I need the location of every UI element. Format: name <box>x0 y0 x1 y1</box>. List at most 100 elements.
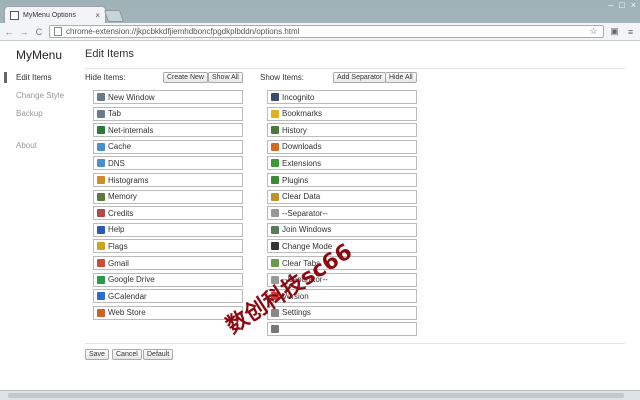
footer-divider <box>85 343 625 344</box>
list-item-label: Credits <box>108 208 134 218</box>
maximize-icon[interactable]: □ <box>619 0 624 10</box>
list-item-label: GCalendar <box>108 291 147 301</box>
history-icon <box>271 126 279 135</box>
extension-icon[interactable]: ▣ <box>609 26 620 37</box>
list-item-label: Join Windows <box>282 225 332 235</box>
window-icon <box>97 93 105 101</box>
bookmark-star-icon[interactable]: ☆ <box>588 26 599 37</box>
list-item[interactable]: Join Windows <box>267 222 417 237</box>
list-item[interactable]: GCalendar <box>93 289 243 304</box>
browser-toolbar: ← → C chrome-extension://jkpcbkkdfjiemhd… <box>0 23 640 41</box>
list-item[interactable]: Incognito <box>267 90 417 104</box>
incognito-icon <box>271 93 279 101</box>
save-button[interactable]: Save <box>85 349 109 360</box>
list-item-label: Memory <box>108 192 137 202</box>
tab-close-icon[interactable]: × <box>95 11 100 20</box>
minimize-icon[interactable]: – <box>608 0 613 10</box>
page-icon <box>54 27 62 36</box>
url-text[interactable]: chrome-extension://jkpcbkkdfjiemhdboncfp… <box>66 27 588 36</box>
sidebar-item-about[interactable]: About <box>16 141 37 150</box>
list-item[interactable]: Net-internals <box>93 123 243 138</box>
address-bar[interactable]: chrome-extension://jkpcbkkdfjiemhdboncfp… <box>49 25 604 38</box>
list-item[interactable]: Tab <box>93 106 243 121</box>
list-item-label: Gmail <box>108 258 129 268</box>
list-item[interactable]: Clear Data <box>267 189 417 204</box>
net-icon <box>97 126 105 135</box>
list-item[interactable]: History <box>267 123 417 138</box>
chrome-menu-icon[interactable]: ≡ <box>625 27 636 37</box>
list-item[interactable]: Plugins <box>267 173 417 187</box>
cancel-button[interactable]: Cancel <box>112 349 142 360</box>
change-mode-icon <box>271 242 279 251</box>
list-item-label: Net-internals <box>108 125 154 135</box>
list-item[interactable]: Credits <box>93 206 243 221</box>
list-item-label: Cache <box>108 142 132 152</box>
plugins-icon <box>271 176 279 184</box>
list-item[interactable]: Memory <box>93 189 243 204</box>
list-item[interactable]: Settings <box>267 305 417 320</box>
list-item[interactable]: DNS <box>93 156 243 171</box>
reload-icon[interactable]: C <box>34 27 44 37</box>
store-icon <box>97 308 105 317</box>
list-item-label: Extensions <box>282 158 322 168</box>
sidebar-item-edit-items[interactable]: Edit Items <box>16 73 52 82</box>
flags-icon <box>97 242 105 251</box>
list-item[interactable]: Extensions <box>267 156 417 171</box>
tab-strip: MyMenu Options × – □ × <box>0 0 640 24</box>
separator-icon <box>271 209 279 218</box>
browser-tab[interactable]: MyMenu Options × <box>4 6 106 24</box>
page-favicon-icon <box>10 11 19 20</box>
page-title: Edit Items <box>85 48 134 60</box>
show-items-label: Show Items: <box>260 73 305 82</box>
app-logo: MyMenu <box>16 48 63 62</box>
list-item[interactable]: Histograms <box>93 173 243 187</box>
options-page: MyMenu Edit Items Edit Items Change Styl… <box>0 41 640 390</box>
back-icon[interactable]: ← <box>4 27 14 37</box>
list-item[interactable]: --Separator-- <box>267 206 417 221</box>
close-window-icon[interactable]: × <box>631 0 636 10</box>
list-item[interactable]: Bookmarks <box>267 106 417 121</box>
list-item[interactable]: Google Drive <box>93 272 243 287</box>
list-item-label: Histograms <box>108 175 149 185</box>
list-item-label: Downloads <box>282 142 322 152</box>
list-item-label: New Window <box>108 92 155 102</box>
dns-icon <box>97 159 105 168</box>
show-all-button[interactable]: Show All <box>208 72 243 83</box>
help-icon <box>97 225 105 234</box>
horizontal-scrollbar[interactable] <box>0 390 640 400</box>
tab-icon <box>97 109 105 118</box>
default-button[interactable]: Default <box>143 349 174 360</box>
list-item[interactable]: Cache <box>93 139 243 154</box>
memory-icon <box>97 192 105 201</box>
list-item[interactable]: New Window <box>93 90 243 104</box>
list-item-label: Bookmarks <box>282 109 323 119</box>
add-separator-button[interactable]: Add Separator <box>333 72 387 83</box>
histogram-icon <box>97 176 105 184</box>
list-item-label: Web Store <box>108 308 146 318</box>
gmail-icon <box>97 259 105 267</box>
list-item[interactable] <box>267 322 417 337</box>
sidebar-item-change-style[interactable]: Change Style <box>16 91 64 100</box>
scrollbar-thumb[interactable] <box>8 393 624 398</box>
sidebar-item-backup[interactable]: Backup <box>16 109 43 118</box>
list-item-label: Google Drive <box>108 275 155 285</box>
hide-items-label: Hide Items: <box>85 73 126 82</box>
hide-all-button[interactable]: Hide All <box>385 72 417 83</box>
list-item[interactable]: Gmail <box>93 256 243 270</box>
list-item-label: Help <box>108 225 125 235</box>
downloads-icon <box>271 142 279 151</box>
forward-icon[interactable]: → <box>19 27 29 37</box>
list-item[interactable]: Help <box>93 222 243 237</box>
clear-data-icon <box>271 192 279 201</box>
list-item-label: History <box>282 125 307 135</box>
create-new-button[interactable]: Create New <box>163 72 208 83</box>
list-item-label: Plugins <box>282 175 309 185</box>
extensions-icon <box>271 159 279 168</box>
new-tab-button[interactable] <box>103 10 125 22</box>
list-item[interactable]: Downloads <box>267 139 417 154</box>
active-indicator <box>4 72 7 83</box>
list-item-label: DNS <box>108 158 125 168</box>
list-item[interactable]: Flags <box>93 239 243 254</box>
list-item-label: Flags <box>108 241 128 251</box>
calendar-icon <box>97 292 105 301</box>
